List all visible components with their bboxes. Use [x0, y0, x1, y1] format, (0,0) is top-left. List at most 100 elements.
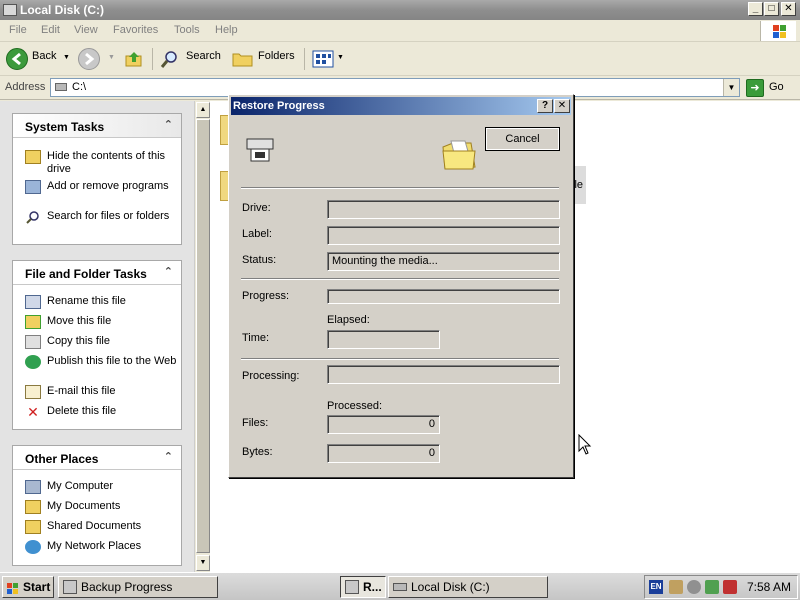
window-title: Local Disk (C:)	[20, 3, 105, 17]
task-label: R...	[363, 580, 382, 594]
window-titlebar[interactable]: Local Disk (C:) _ □ ✕	[0, 0, 800, 20]
place-network-places[interactable]: My Network Places	[47, 540, 179, 553]
views-dropdown-icon[interactable]: ▼	[337, 54, 344, 61]
file-folder-tasks-header[interactable]: File and Folder Tasks ⌃	[13, 261, 181, 285]
shared-documents-icon	[25, 520, 41, 534]
system-tasks-header[interactable]: System Tasks ⌃	[13, 114, 181, 138]
my-documents-icon	[25, 500, 41, 514]
back-button[interactable]: Back	[32, 50, 56, 62]
task-move-file[interactable]: Move this file	[47, 315, 179, 328]
task-rename-file[interactable]: Rename this file	[47, 295, 179, 308]
task-copy-file[interactable]: Copy this file	[47, 335, 179, 348]
scroll-up-icon[interactable]: ▲	[196, 102, 210, 118]
place-my-computer[interactable]: My Computer	[47, 480, 179, 493]
search-button[interactable]: Search	[186, 50, 221, 62]
place-shared-documents[interactable]: Shared Documents	[47, 520, 179, 533]
views-icon[interactable]	[312, 50, 334, 68]
help-button[interactable]: ?	[537, 99, 553, 113]
label-label: Label:	[242, 228, 272, 240]
drive-icon	[393, 583, 407, 591]
menu-help[interactable]: Help	[215, 24, 238, 36]
rename-icon	[25, 295, 41, 309]
menu-tools[interactable]: Tools	[174, 24, 200, 36]
minimize-button[interactable]: _	[748, 2, 763, 16]
up-folder-icon[interactable]	[124, 50, 144, 68]
folder-icon	[441, 137, 477, 171]
backup-drive-icon	[245, 135, 275, 163]
hide-contents-icon	[25, 150, 41, 164]
taskbar-restore-progress[interactable]: R...	[340, 576, 386, 598]
place-my-documents[interactable]: My Documents	[47, 500, 179, 513]
maximize-button[interactable]: □	[764, 2, 779, 16]
tray-security-icon[interactable]	[723, 580, 737, 594]
address-dropdown-icon[interactable]: ▼	[723, 79, 739, 96]
cancel-button[interactable]: Cancel	[485, 127, 560, 151]
task-delete-file[interactable]: Delete this file	[47, 405, 179, 418]
menu-file[interactable]: File	[9, 24, 27, 36]
dialog-titlebar[interactable]: Restore Progress ? ✕	[231, 97, 571, 115]
forward-dropdown-icon[interactable]: ▼	[108, 54, 115, 61]
address-value: C:\	[72, 81, 87, 93]
tray-volume-icon[interactable]	[687, 580, 701, 594]
taskbar-local-disk[interactable]: Local Disk (C:)	[388, 576, 548, 598]
email-icon	[25, 385, 41, 399]
copy-icon	[25, 335, 41, 349]
search-icon[interactable]	[160, 49, 180, 69]
folders-icon[interactable]	[232, 50, 254, 68]
bytes-field: 0	[327, 444, 440, 463]
taskbar: Start Backup Progress R... Local Disk (C…	[0, 572, 800, 600]
forward-arrow-icon[interactable]	[78, 48, 100, 70]
task-email-file[interactable]: E-mail this file	[47, 385, 179, 398]
my-computer-icon	[25, 480, 41, 494]
label-field	[327, 226, 560, 245]
language-indicator[interactable]: EN	[649, 580, 663, 594]
back-arrow-icon[interactable]	[6, 48, 28, 70]
folders-button[interactable]: Folders	[258, 50, 295, 62]
processing-label: Processing:	[242, 370, 300, 382]
dialog-title: Restore Progress	[233, 100, 325, 112]
system-tasks-panel: System Tasks ⌃ Hide the contents of this…	[12, 113, 182, 245]
publish-web-icon	[25, 355, 41, 369]
windows-logo-icon	[7, 581, 19, 594]
collapse-icon[interactable]: ⌃	[164, 450, 173, 463]
task-search-files[interactable]: Search for files or folders	[47, 210, 179, 223]
restore-progress-dialog: Restore Progress ? ✕ Cancel Drive: Label…	[228, 94, 574, 478]
restore-icon	[345, 580, 359, 594]
menu-edit[interactable]: Edit	[41, 24, 60, 36]
task-hide-contents[interactable]: Hide the contents of this drive	[47, 150, 179, 176]
menu-view[interactable]: View	[74, 24, 98, 36]
scroll-down-icon[interactable]: ▼	[196, 555, 210, 571]
windows-logo-icon	[760, 21, 796, 41]
file-folder-tasks-title: File and Folder Tasks	[25, 267, 147, 281]
system-tray: EN 7:58 AM	[644, 575, 798, 599]
other-places-header[interactable]: Other Places ⌃	[13, 446, 181, 470]
progress-label: Progress:	[242, 290, 290, 302]
tray-network-icon[interactable]	[705, 580, 719, 594]
other-places-panel: Other Places ⌃ My Computer My Documents …	[12, 445, 182, 566]
close-button[interactable]: ✕	[781, 2, 796, 16]
menu-favorites[interactable]: Favorites	[113, 24, 158, 36]
clock[interactable]: 7:58 AM	[747, 580, 791, 594]
time-field	[327, 330, 440, 349]
taskbar-backup-progress[interactable]: Backup Progress	[58, 576, 218, 598]
scroll-thumb[interactable]	[196, 119, 210, 553]
task-pane: System Tasks ⌃ Hide the contents of this…	[0, 101, 194, 572]
start-button[interactable]: Start	[2, 576, 54, 598]
task-label: Local Disk (C:)	[411, 580, 490, 594]
go-arrow-icon[interactable]: ➜	[746, 79, 764, 97]
files-label: Files:	[242, 417, 269, 429]
status-field: Mounting the media...	[327, 252, 560, 271]
back-dropdown-icon[interactable]: ▼	[63, 54, 70, 61]
delete-icon: ✕	[27, 404, 39, 420]
backup-icon	[63, 580, 77, 594]
task-add-remove-programs[interactable]: Add or remove programs	[47, 180, 179, 193]
address-label: Address	[5, 81, 46, 93]
collapse-icon[interactable]: ⌃	[164, 118, 173, 131]
dialog-close-button[interactable]: ✕	[554, 99, 570, 113]
go-button[interactable]: Go	[769, 81, 784, 93]
collapse-icon[interactable]: ⌃	[164, 265, 173, 278]
task-publish-web[interactable]: Publish this file to the Web	[47, 355, 179, 368]
tray-app-icon[interactable]	[669, 580, 683, 594]
task-pane-scrollbar[interactable]: ▲ ▼	[194, 101, 210, 572]
drive-field	[327, 200, 560, 219]
